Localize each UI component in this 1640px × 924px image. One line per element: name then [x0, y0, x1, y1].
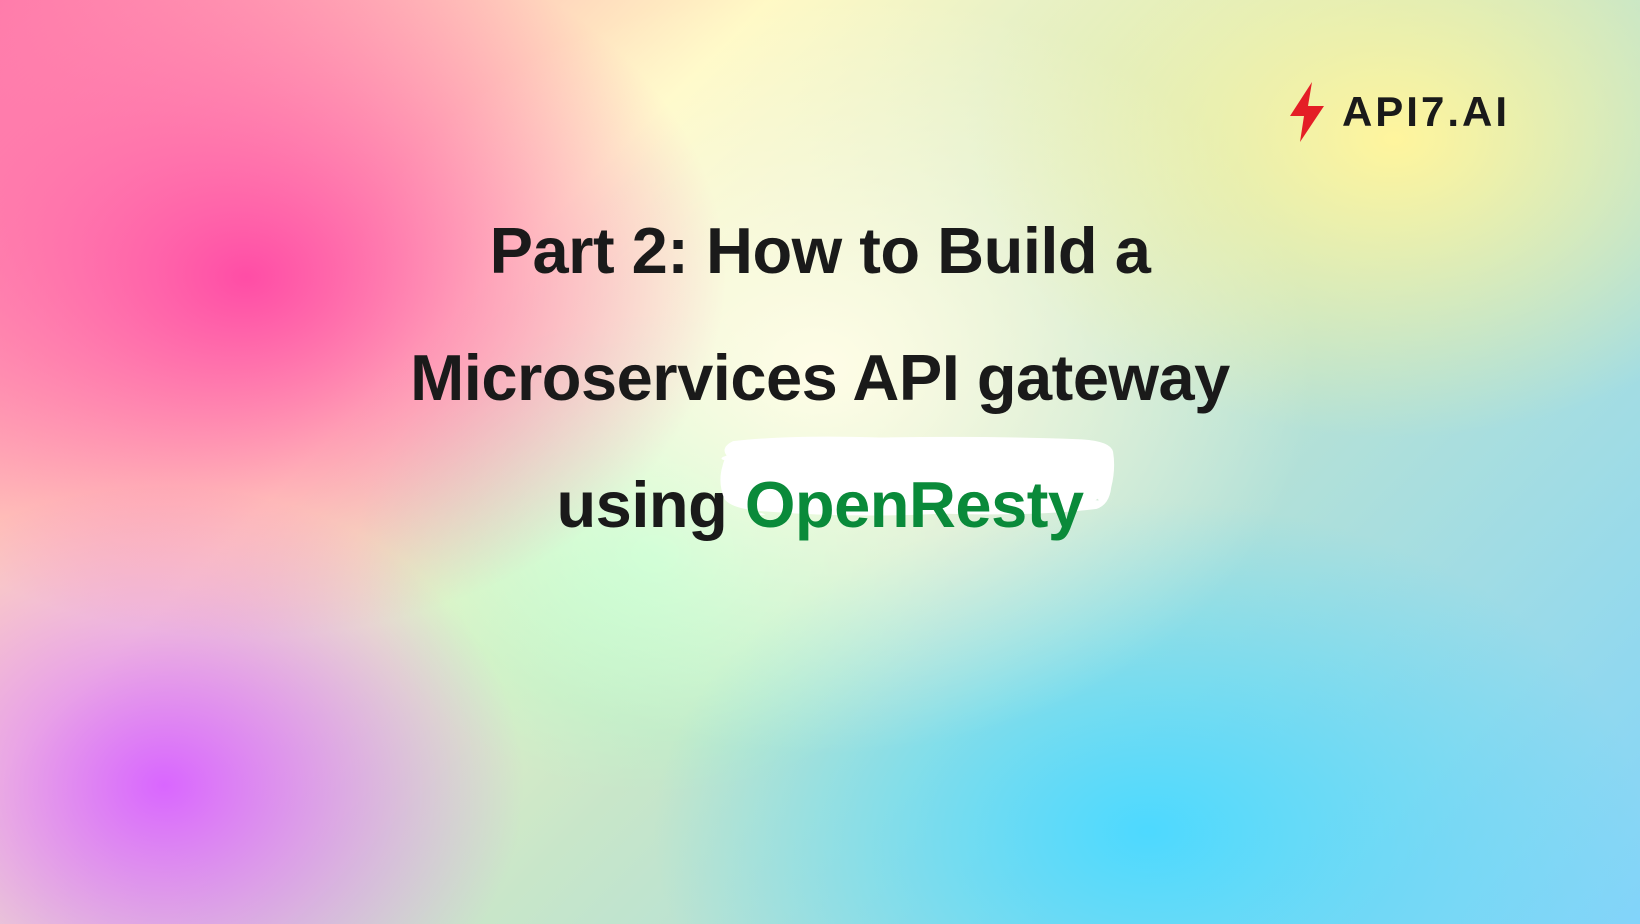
hero-banner: API7.AI Part 2: How to Build a Microserv…: [0, 0, 1640, 924]
title-line-1: Part 2: How to Build a: [270, 188, 1370, 315]
lightning-bolt-icon: [1284, 80, 1330, 144]
highlighted-keyword: OpenResty: [745, 468, 1084, 541]
highlight-wrapper: OpenResty: [745, 442, 1084, 569]
brand-name: API7.AI: [1342, 88, 1510, 136]
main-title: Part 2: How to Build a Microservices API…: [270, 188, 1370, 568]
title-line-3: using OpenResty: [270, 442, 1370, 569]
brand-logo: API7.AI: [1284, 80, 1510, 144]
title-line-2: Microservices API gateway: [270, 315, 1370, 442]
